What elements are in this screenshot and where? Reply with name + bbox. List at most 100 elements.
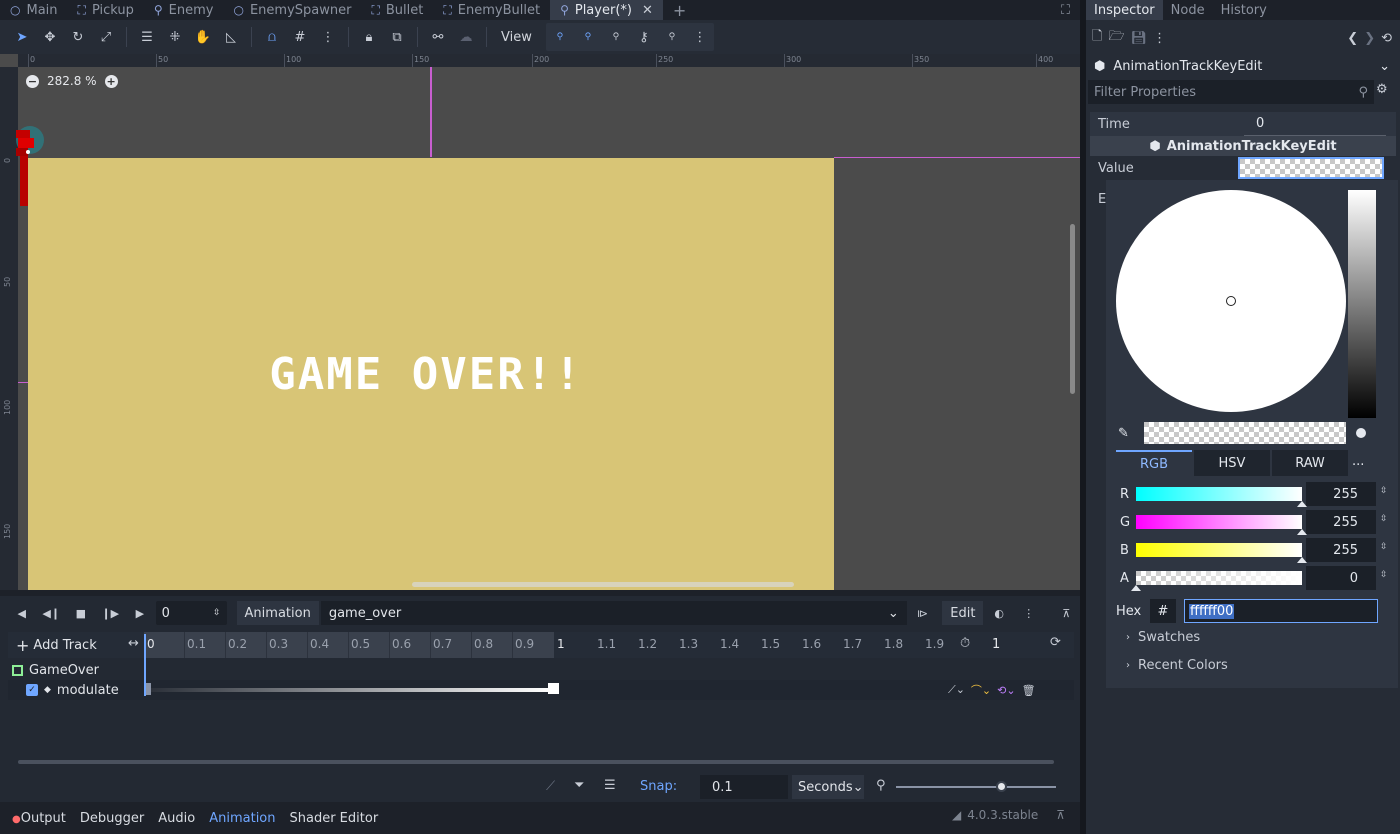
color-mode-more[interactable]: ... bbox=[1352, 454, 1364, 469]
timeline-scrollbar[interactable] bbox=[18, 760, 1054, 764]
tab-history[interactable]: History bbox=[1213, 0, 1275, 20]
b-slider[interactable] bbox=[1136, 543, 1302, 557]
loop-wrap-icon[interactable]: ⟲⌄ bbox=[997, 684, 1015, 697]
tab-output[interactable]: ●Output bbox=[12, 811, 66, 826]
animation-select[interactable]: game_over ⌄ bbox=[320, 601, 907, 625]
fit-timeline-icon[interactable]: ↔ bbox=[128, 636, 139, 651]
auto-key-button[interactable]: ⚲ bbox=[658, 23, 686, 51]
close-tab-icon[interactable]: ✕ bbox=[642, 3, 653, 18]
save-icon[interactable]: 💾︎ bbox=[1131, 31, 1148, 46]
key-rotation-toggle[interactable]: ⚲ bbox=[574, 23, 602, 51]
playhead[interactable] bbox=[144, 634, 146, 696]
snap-unit-select[interactable]: Seconds ⌄ bbox=[792, 775, 864, 799]
stop-button[interactable]: ■ bbox=[67, 599, 95, 627]
add-scene-tab-button[interactable]: + bbox=[663, 0, 696, 20]
r-slider[interactable] bbox=[1136, 487, 1302, 501]
lock-button[interactable]: 🔒︎ bbox=[355, 23, 383, 51]
eyedropper-icon[interactable]: ✎ bbox=[1118, 426, 1140, 446]
b-value-input[interactable]: 255 bbox=[1306, 538, 1376, 562]
scene-tab-main[interactable]: ○ Main bbox=[0, 0, 68, 20]
open-folder-icon[interactable]: 🗁︎ bbox=[1108, 27, 1124, 49]
animation-menu-button[interactable]: Animation bbox=[236, 601, 319, 625]
kebab-menu-icon[interactable]: ⋮ bbox=[1153, 31, 1166, 46]
history-back-icon[interactable]: ❮ bbox=[1347, 31, 1358, 46]
ruler-mode-button[interactable]: ◺ bbox=[217, 23, 245, 51]
a-slider[interactable] bbox=[1136, 571, 1302, 585]
key-scale-toggle[interactable]: ⚲ bbox=[602, 23, 630, 51]
edit-menu-button[interactable]: Edit bbox=[942, 601, 984, 625]
move-mode-button[interactable]: ✥ bbox=[36, 23, 64, 51]
skeleton-button[interactable]: ☁ bbox=[452, 23, 480, 51]
time-property-input[interactable]: 0 bbox=[1244, 112, 1386, 136]
update-mode-icon[interactable]: ⟋⌄ bbox=[948, 683, 965, 697]
trash-icon[interactable]: 🗑︎ bbox=[1022, 684, 1036, 697]
play-backwards-button[interactable]: ◀ bbox=[8, 599, 36, 627]
current-time-spinbox[interactable]: 0 ⇳ bbox=[155, 601, 227, 625]
play-from-start-button[interactable]: ❙▶ bbox=[97, 599, 125, 627]
zoom-level[interactable]: 282.8 % bbox=[47, 74, 97, 88]
history-forward-icon[interactable]: ❯ bbox=[1364, 31, 1375, 46]
color-wheel-cursor[interactable] bbox=[1226, 296, 1236, 306]
filter-properties-input[interactable]: Filter Properties ⚲ bbox=[1088, 80, 1374, 104]
list-select-button[interactable]: ☰ bbox=[133, 23, 161, 51]
scene-tab-enemybullet[interactable]: ⛶ EnemyBullet bbox=[433, 0, 550, 20]
vertical-scrollbar[interactable] bbox=[1070, 224, 1075, 394]
g-value-input[interactable]: 255 bbox=[1306, 510, 1376, 534]
view-menu[interactable]: View bbox=[493, 30, 540, 45]
value-color-swatch[interactable] bbox=[1238, 157, 1384, 179]
group-button[interactable]: ⧉ bbox=[383, 23, 411, 51]
recent-colors-toggle[interactable]: › Recent Colors bbox=[1126, 658, 1228, 673]
spin-arrows-icon[interactable]: ⇳ bbox=[1380, 514, 1388, 524]
tab-node[interactable]: Node bbox=[1163, 0, 1213, 20]
scene-tab-enemy[interactable]: ⚲ Enemy bbox=[144, 0, 224, 20]
filter-icon[interactable]: ⏷ bbox=[574, 778, 584, 793]
play-backwards-from-end-button[interactable]: ◀❙ bbox=[38, 599, 66, 627]
timeline-zoom-slider[interactable] bbox=[896, 786, 1056, 788]
canvas-viewport[interactable]: 0 50 100 150 200 250 300 350 400 0 50 10… bbox=[0, 54, 1080, 590]
value-slider[interactable] bbox=[1348, 190, 1376, 418]
grid-snap-button[interactable]: # bbox=[286, 23, 314, 51]
slider-grabber[interactable] bbox=[1131, 585, 1141, 591]
autoplay-button[interactable]: ⧐ bbox=[909, 599, 937, 627]
key-options-button[interactable]: ⋮ bbox=[686, 23, 714, 51]
animation-length-value[interactable]: 1 bbox=[992, 637, 1000, 652]
edited-object-row[interactable]: ⬢ AnimationTrackKeyEdit ⌄ bbox=[1088, 54, 1396, 78]
horizontal-scrollbar[interactable] bbox=[412, 582, 794, 587]
snap-step-input[interactable]: 0.1 bbox=[700, 775, 788, 799]
pivot-button[interactable]: ⁜ bbox=[161, 23, 189, 51]
spin-arrows-icon[interactable]: ⇳ bbox=[1380, 486, 1388, 496]
scene-tab-pickup[interactable]: ⛶ Pickup bbox=[68, 0, 144, 20]
scene-tab-enemyspawner[interactable]: ○ EnemySpawner bbox=[223, 0, 361, 20]
new-resource-icon[interactable]: 🗋︎ bbox=[1092, 27, 1102, 49]
snap-toggle[interactable]: Snap: bbox=[640, 779, 677, 794]
spin-arrows-icon[interactable]: ⇳ bbox=[1380, 542, 1388, 552]
add-track-button[interactable]: + Add Track bbox=[16, 636, 97, 655]
zoom-in-button[interactable]: + bbox=[104, 74, 118, 88]
onion-skin-button[interactable]: ◐ bbox=[985, 599, 1013, 627]
distraction-free-button[interactable]: ⛶ bbox=[1051, 0, 1080, 20]
tab-debugger[interactable]: Debugger bbox=[80, 811, 144, 826]
scene-tab-bullet[interactable]: ⛶ Bullet bbox=[361, 0, 433, 20]
tab-inspector[interactable]: Inspector bbox=[1086, 0, 1163, 20]
tab-audio[interactable]: Audio bbox=[158, 811, 195, 826]
smart-snap-button[interactable]: ⩍ bbox=[258, 23, 286, 51]
mode-rgb[interactable]: RGB bbox=[1116, 450, 1192, 476]
r-value-input[interactable]: 255 bbox=[1306, 482, 1376, 506]
select-mode-button[interactable]: ➤ bbox=[8, 23, 36, 51]
mode-hsv[interactable]: HSV bbox=[1194, 450, 1270, 476]
rotate-mode-button[interactable]: ↻ bbox=[64, 23, 92, 51]
hex-input[interactable]: ffffff00 bbox=[1184, 599, 1378, 623]
add-preset-button[interactable] bbox=[1356, 428, 1366, 438]
scale-mode-button[interactable]: ⤢ bbox=[92, 23, 120, 51]
loop-toggle-icon[interactable]: ⟳ bbox=[1050, 635, 1061, 650]
track-node-row[interactable]: GameOver bbox=[8, 660, 1074, 680]
section-header[interactable]: ⬢ AnimationTrackKeyEdit bbox=[1090, 136, 1396, 156]
scene-tab-player[interactable]: ⚲ Player(*) ✕ bbox=[550, 0, 663, 20]
pin-panel-button[interactable]: ⊼ bbox=[1052, 599, 1080, 627]
hex-hash-toggle[interactable]: # bbox=[1150, 599, 1176, 623]
keyframe-end[interactable] bbox=[548, 683, 559, 694]
bezier-icon[interactable]: ⟋ bbox=[546, 779, 555, 794]
key-location-toggle[interactable]: ⚲ bbox=[546, 23, 574, 51]
track-list-icon[interactable]: ☰ bbox=[604, 778, 616, 793]
tab-animation[interactable]: Animation bbox=[209, 811, 275, 826]
